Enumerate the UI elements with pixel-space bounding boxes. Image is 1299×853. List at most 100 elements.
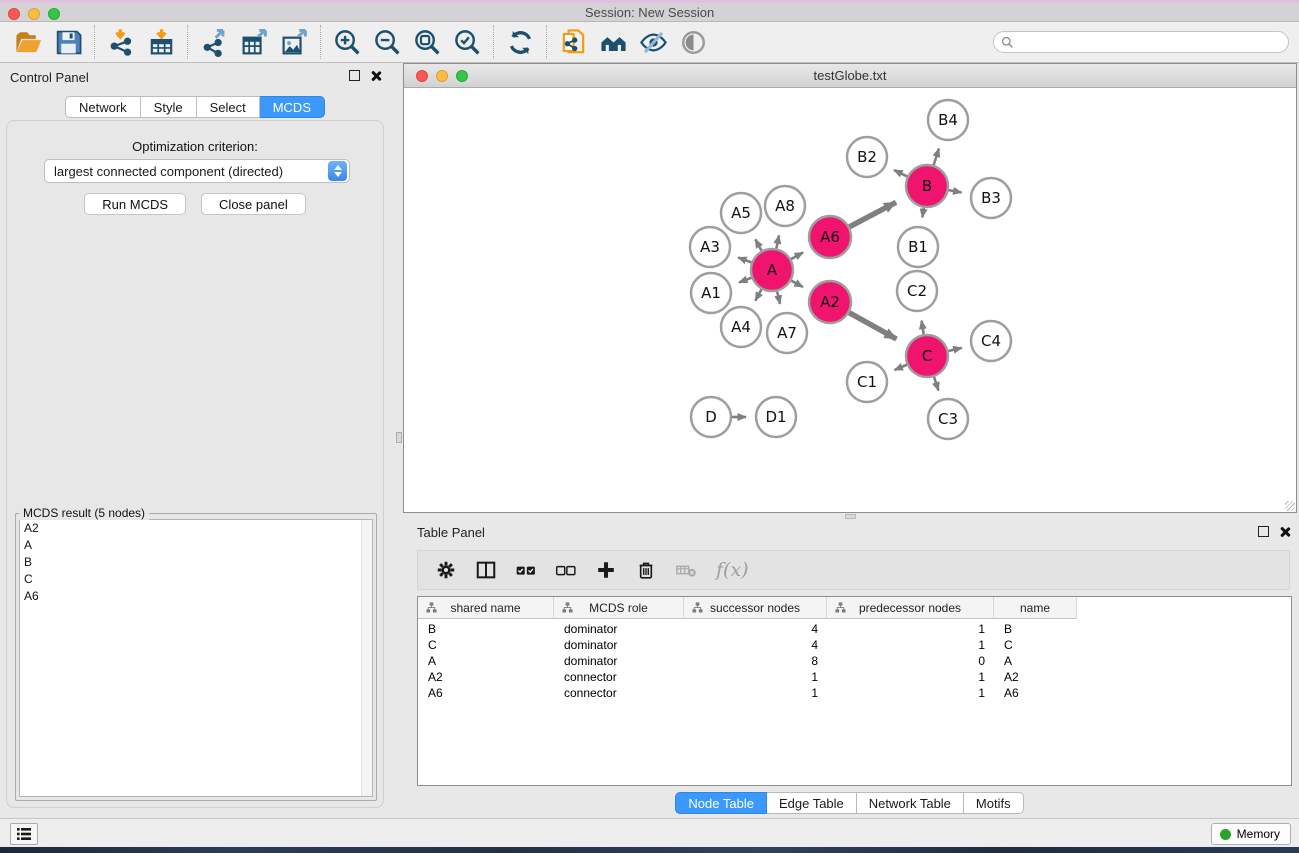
toolbar-search[interactable] <box>993 31 1289 53</box>
table-tab-motifs[interactable]: Motifs <box>964 792 1024 814</box>
close-panel-button[interactable]: Close panel <box>201 193 306 215</box>
float-table-panel-icon[interactable] <box>1258 526 1269 537</box>
table-cell[interactable]: C <box>994 637 1077 653</box>
table-cell[interactable]: 4 <box>684 621 827 637</box>
table-cell[interactable]: C <box>418 637 554 653</box>
table-cell[interactable]: A <box>994 653 1077 669</box>
control-tab-mcds[interactable]: MCDS <box>260 96 325 118</box>
edge-B-B1[interactable] <box>922 208 923 218</box>
table-tab-node-table[interactable]: Node Table <box>675 792 767 814</box>
show-column-panel-button[interactable] <box>468 554 504 586</box>
edge-A-A5[interactable] <box>755 239 761 250</box>
zoom-selected-button[interactable] <box>447 24 487 60</box>
table-row[interactable]: Bdominator41B <box>418 621 1077 637</box>
edge-C-C3[interactable] <box>934 377 939 391</box>
edge-A-A8[interactable] <box>776 235 779 248</box>
column-header-predecessor-nodes[interactable]: predecessor nodes <box>827 597 994 619</box>
column-header-shared-name[interactable]: shared name <box>418 597 554 619</box>
memory-button[interactable]: Memory <box>1211 823 1291 845</box>
table-cell[interactable]: connector <box>554 685 684 701</box>
column-header-successor-nodes[interactable]: successor nodes <box>684 597 827 619</box>
node-table[interactable]: shared nameMCDS rolesuccessor nodesprede… <box>417 596 1292 786</box>
table-cell[interactable]: dominator <box>554 653 684 669</box>
network-window-titlebar[interactable]: testGlobe.txt <box>404 64 1296 88</box>
table-cell[interactable]: B <box>994 621 1077 637</box>
table-cell[interactable]: A2 <box>994 669 1077 685</box>
network-zoom-button[interactable] <box>456 70 468 82</box>
table-cell[interactable]: 4 <box>684 637 827 653</box>
splitter-handle[interactable] <box>396 432 402 443</box>
table-row[interactable]: A6connector11A6 <box>418 685 1077 701</box>
float-panel-icon[interactable] <box>349 70 360 81</box>
edge-A-A3[interactable] <box>738 257 751 262</box>
first-neighbors-button[interactable] <box>593 24 633 60</box>
table-tab-edge-table[interactable]: Edge Table <box>767 792 857 814</box>
delete-columns-button[interactable] <box>628 554 664 586</box>
edge-C-C4[interactable] <box>948 348 961 351</box>
edge-A6-B[interactable] <box>849 202 896 226</box>
table-cell[interactable]: A6 <box>994 685 1077 701</box>
create-column-button[interactable] <box>588 554 624 586</box>
edge-A2-C[interactable] <box>849 313 896 339</box>
zoom-in-button[interactable] <box>327 24 367 60</box>
table-cell[interactable]: 8 <box>684 653 827 669</box>
edge-A-A4[interactable] <box>755 289 761 300</box>
deselect-all-columns-button[interactable] <box>548 554 584 586</box>
result-item[interactable]: B <box>20 554 372 571</box>
table-cell[interactable]: connector <box>554 669 684 685</box>
edge-C-C1[interactable] <box>895 365 907 370</box>
network-close-button[interactable] <box>416 70 428 82</box>
table-cell[interactable]: A2 <box>418 669 554 685</box>
edge-B-B3[interactable] <box>949 190 962 192</box>
control-tab-style[interactable]: Style <box>141 96 197 118</box>
edge-A-A6[interactable] <box>791 252 803 259</box>
close-window-button[interactable] <box>8 8 20 20</box>
import-table-button[interactable] <box>141 24 181 60</box>
network-graph[interactable]: AA1A2A3A4A5A6A7A8BB1B2B3B4CC1C2C3C4DD1 <box>404 88 1296 512</box>
control-tab-select[interactable]: Select <box>197 96 260 118</box>
control-tab-network[interactable]: Network <box>65 96 141 118</box>
table-cell[interactable]: 1 <box>827 685 994 701</box>
table-cell[interactable]: 1 <box>827 669 994 685</box>
edge-A-A1[interactable] <box>739 278 751 283</box>
edge-C-C2[interactable] <box>922 321 924 335</box>
table-row[interactable]: A2connector11A2 <box>418 669 1077 685</box>
table-cell[interactable]: 0 <box>827 653 994 669</box>
edge-A-A2[interactable] <box>791 281 803 287</box>
table-cell[interactable]: 1 <box>684 669 827 685</box>
edge-A-A7[interactable] <box>777 291 780 303</box>
table-tab-network-table[interactable]: Network Table <box>857 792 964 814</box>
result-item[interactable]: C <box>20 571 372 588</box>
optimization-criterion-select[interactable]: largest connected component (directed) <box>44 159 350 183</box>
edge-B-B2[interactable] <box>894 170 907 176</box>
select-all-columns-button[interactable] <box>508 554 544 586</box>
run-mcds-button[interactable]: Run MCDS <box>84 193 186 215</box>
table-cell[interactable]: A6 <box>418 685 554 701</box>
hide-selected-button[interactable] <box>633 24 673 60</box>
edge-B-B4[interactable] <box>934 149 939 165</box>
export-network-button[interactable] <box>194 24 234 60</box>
search-input[interactable] <box>1014 33 1288 51</box>
apply-layout-button[interactable] <box>500 24 540 60</box>
network-canvas[interactable]: AA1A2A3A4A5A6A7A8BB1B2B3B4CC1C2C3C4DD1 <box>404 88 1296 512</box>
result-item[interactable]: A6 <box>20 588 372 605</box>
export-table-button[interactable] <box>234 24 274 60</box>
network-minimize-button[interactable] <box>436 70 448 82</box>
network-style-button[interactable] <box>553 24 593 60</box>
minimize-window-button[interactable] <box>28 8 40 20</box>
result-item[interactable]: A2 <box>20 520 372 537</box>
table-cell[interactable]: 1 <box>827 637 994 653</box>
task-history-button[interactable] <box>10 823 38 845</box>
close-panel-icon[interactable] <box>370 70 382 82</box>
column-header-MCDS-role[interactable]: MCDS role <box>554 597 684 619</box>
save-session-button[interactable] <box>48 24 88 60</box>
mcds-result-list[interactable]: A2ABCA6 <box>19 519 373 797</box>
import-network-button[interactable] <box>101 24 141 60</box>
table-cell[interactable]: 1 <box>684 685 827 701</box>
open-file-button[interactable] <box>8 24 48 60</box>
close-table-panel-icon[interactable] <box>1279 526 1291 538</box>
table-cell[interactable]: dominator <box>554 637 684 653</box>
table-row[interactable]: Adominator80A <box>418 653 1077 669</box>
table-row[interactable]: Cdominator41C <box>418 637 1077 653</box>
result-item[interactable]: A <box>20 537 372 554</box>
